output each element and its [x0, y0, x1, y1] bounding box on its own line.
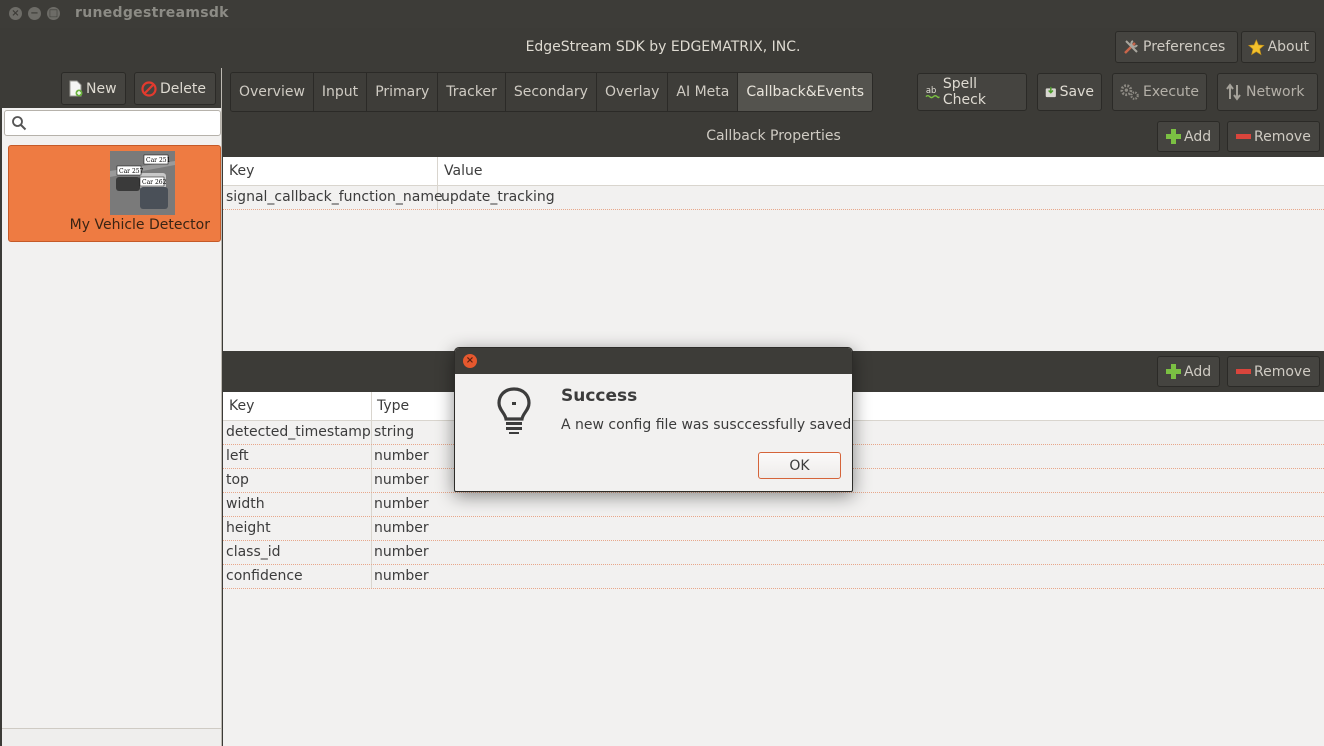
search-icon: [12, 116, 27, 131]
about-label: About: [1267, 39, 1309, 55]
star-icon: [1248, 38, 1265, 55]
column-header-value[interactable]: Value: [444, 163, 482, 179]
column-header-type[interactable]: Type: [377, 398, 409, 414]
new-label: New: [86, 80, 117, 97]
cell-type: number: [374, 520, 429, 536]
preferences-label: Preferences: [1143, 39, 1226, 55]
cell-type: number: [374, 544, 429, 560]
plus-icon: [1166, 129, 1181, 144]
cell-type: number: [374, 448, 429, 464]
tab-toolbar: Overview Input Primary Tracker Secondary…: [223, 68, 1324, 116]
svg-text:ab: ab: [926, 85, 936, 95]
delete-project-button[interactable]: Delete: [134, 72, 216, 105]
cell-value: update_tracking: [441, 189, 555, 205]
save-label: Save: [1059, 84, 1094, 100]
save-button[interactable]: Save: [1037, 73, 1102, 111]
cell-key: height: [226, 520, 271, 536]
save-icon: [1045, 86, 1056, 98]
sidebar-footer: [2, 728, 221, 746]
cell-key: class_id: [226, 544, 281, 560]
table-row[interactable]: height number: [223, 517, 1324, 541]
callback-properties-header: Callback Properties Add Remove: [223, 116, 1324, 157]
network-arrows-icon: [1226, 83, 1241, 101]
window-title: runedgestreamsdk: [75, 5, 229, 21]
spell-check-button[interactable]: ab Spell Check: [917, 73, 1027, 111]
remove-label: Remove: [1254, 128, 1311, 145]
tab-secondary[interactable]: Secondary: [505, 73, 597, 111]
project-thumbnail: Car 251 Car 257 Car 262: [110, 151, 175, 215]
callback-add-button[interactable]: Add: [1157, 121, 1221, 152]
table-header-row: Key Value: [223, 157, 1324, 186]
sidebar-toolbar: New Delete: [2, 68, 221, 108]
spellcheck-icon: ab: [925, 85, 940, 99]
thumb-label: Car 257: [119, 168, 144, 175]
plus-icon: [1166, 364, 1181, 379]
preferences-button[interactable]: Preferences: [1115, 31, 1238, 63]
header-bar: EdgeStream SDK by EDGEMATRIX, INC. Prefe…: [2, 28, 1324, 68]
window-minimize-button[interactable]: −: [28, 7, 41, 20]
window-close-button[interactable]: ×: [9, 7, 22, 20]
new-file-icon: [69, 80, 83, 97]
delete-icon: [141, 80, 157, 97]
project-search-input[interactable]: [4, 110, 221, 136]
cell-type: number: [374, 472, 429, 488]
delete-label: Delete: [160, 80, 206, 97]
ok-button[interactable]: OK: [758, 452, 841, 479]
column-header-key[interactable]: Key: [229, 398, 254, 414]
event-remove-button[interactable]: Remove: [1227, 356, 1320, 387]
cell-key: top: [226, 472, 249, 488]
remove-label: Remove: [1254, 363, 1311, 380]
tab-overlay[interactable]: Overlay: [596, 73, 669, 111]
cell-type: number: [374, 496, 429, 512]
thumb-label: Car 262: [142, 179, 167, 186]
network-label: Network: [1246, 84, 1305, 100]
tab-primary[interactable]: Primary: [367, 73, 439, 111]
about-button[interactable]: About: [1241, 31, 1316, 63]
dialog-titlebar: ×: [455, 348, 852, 374]
table-row[interactable]: class_id number: [223, 541, 1324, 565]
callback-properties-table: Key Value signal_callback_function_name …: [223, 157, 1324, 351]
tab-ai-meta[interactable]: AI Meta: [668, 73, 739, 111]
dialog-message: A new config file was susccessfully save…: [561, 417, 852, 433]
success-dialog: × Success A new config file was susccess…: [454, 347, 853, 492]
thumb-label: Car 251: [146, 157, 170, 164]
new-project-button[interactable]: New: [61, 72, 126, 105]
tools-icon: [1124, 40, 1138, 54]
add-label: Add: [1184, 128, 1212, 145]
cell-type: number: [374, 568, 429, 584]
minus-icon: [1236, 134, 1251, 139]
tab-strip: Overview Input Primary Tracker Secondary…: [230, 72, 874, 112]
window-maximize-button[interactable]: □: [47, 7, 60, 20]
execute-button[interactable]: Execute: [1112, 73, 1207, 111]
table-row[interactable]: confidence number: [223, 565, 1324, 589]
execute-label: Execute: [1143, 84, 1199, 100]
cell-key: width: [226, 496, 265, 512]
tab-callback-events[interactable]: Callback&Events: [738, 73, 873, 111]
gears-icon: [1120, 84, 1139, 100]
table-row[interactable]: signal_callback_function_name update_tra…: [223, 186, 1324, 210]
dialog-close-button[interactable]: ×: [463, 354, 477, 368]
lightbulb-icon: [497, 387, 531, 434]
dialog-heading: Success: [561, 386, 638, 406]
project-sidebar: New Delete Car 251 Car 257 Car 262 My Ve…: [2, 68, 222, 746]
callback-remove-button[interactable]: Remove: [1227, 121, 1320, 152]
cell-key: detected_timestamp: [226, 424, 371, 440]
cell-type: string: [374, 424, 415, 440]
project-name: My Vehicle Detector: [69, 217, 210, 233]
table-row[interactable]: width number: [223, 493, 1324, 517]
tab-input[interactable]: Input: [313, 73, 368, 111]
network-button[interactable]: Network: [1217, 73, 1318, 111]
spell-check-label: Spell Check: [942, 76, 986, 108]
event-add-button[interactable]: Add: [1157, 356, 1221, 387]
cell-key: signal_callback_function_name: [226, 189, 443, 205]
window-titlebar: × − □ runedgestreamsdk: [0, 0, 1324, 28]
column-header-key[interactable]: Key: [229, 163, 254, 179]
cell-key: left: [226, 448, 249, 464]
minus-icon: [1236, 369, 1251, 374]
add-label: Add: [1184, 363, 1212, 380]
tab-overview[interactable]: Overview: [231, 73, 314, 111]
tab-tracker[interactable]: Tracker: [438, 73, 506, 111]
project-item-my-vehicle-detector[interactable]: Car 251 Car 257 Car 262 My Vehicle Detec…: [8, 145, 221, 242]
cell-key: confidence: [226, 568, 303, 584]
